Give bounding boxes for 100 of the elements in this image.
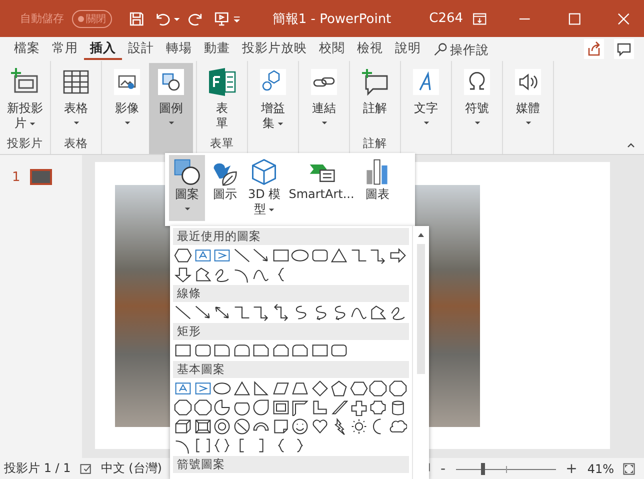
shape-icon[interactable] xyxy=(310,380,328,397)
save-icon[interactable] xyxy=(128,10,146,28)
shape-icon[interactable] xyxy=(310,247,328,264)
shape-icon[interactable] xyxy=(174,247,192,264)
shape-icon[interactable] xyxy=(174,342,192,359)
menu-button[interactable]: 圖示 xyxy=(207,155,243,204)
ribbon-tab[interactable]: 常用 xyxy=(46,38,84,60)
ribbon-tab[interactable]: 轉場 xyxy=(160,38,198,60)
shape-icon[interactable] xyxy=(369,380,387,397)
ribbon-button[interactable]: 增益 集 xyxy=(251,63,295,154)
shape-icon[interactable] xyxy=(388,418,406,435)
shape-icon[interactable] xyxy=(388,380,406,397)
shape-icon[interactable] xyxy=(310,342,328,359)
ribbon-button[interactable]: 註解 xyxy=(353,63,397,136)
shape-icon[interactable] xyxy=(194,399,212,416)
shape-icon[interactable] xyxy=(174,399,192,416)
scrollbar-thumb[interactable] xyxy=(417,244,425,374)
shape-icon[interactable] xyxy=(194,266,212,283)
shape-icon[interactable] xyxy=(369,304,387,321)
ribbon-tab[interactable]: 檔案 xyxy=(8,38,46,60)
shape-icon[interactable] xyxy=(350,399,368,416)
shape-icon[interactable] xyxy=(272,380,290,397)
shape-icon[interactable] xyxy=(272,247,290,264)
ribbon-button[interactable]: 文字 xyxy=(404,63,448,154)
shape-icon[interactable] xyxy=(252,380,270,397)
slider-thumb[interactable] xyxy=(480,462,485,474)
shape-icon[interactable] xyxy=(272,304,290,321)
shape-icon[interactable] xyxy=(291,247,309,264)
presentation-icon[interactable] xyxy=(213,10,231,28)
shape-icon[interactable] xyxy=(330,380,348,397)
shape-icon[interactable] xyxy=(213,380,231,397)
slide-thumbnail[interactable] xyxy=(30,169,52,185)
user-name[interactable]: C264 xyxy=(429,11,464,26)
ribbon-tab[interactable]: 設計 xyxy=(122,38,160,60)
shape-icon[interactable] xyxy=(194,342,212,359)
shape-icon[interactable] xyxy=(213,342,231,359)
shape-icon[interactable] xyxy=(213,399,231,416)
shape-icon[interactable] xyxy=(174,418,192,435)
ribbon-button[interactable]: 表 單 xyxy=(200,63,244,136)
zoom-out-button[interactable]: - xyxy=(438,460,448,476)
shape-icon[interactable] xyxy=(272,342,290,359)
ribbon-tab[interactable]: 校閱 xyxy=(313,38,351,60)
menu-button[interactable]: 圖案 xyxy=(169,155,205,221)
shape-icon[interactable] xyxy=(194,304,212,321)
shape-icon[interactable] xyxy=(252,304,270,321)
shape-icon[interactable] xyxy=(291,399,309,416)
ribbon-tab[interactable]: 說明 xyxy=(389,38,427,60)
zoom-slider[interactable] xyxy=(456,462,556,474)
shape-icon[interactable] xyxy=(232,342,250,359)
ribbon-tab[interactable]: 檢視 xyxy=(351,38,389,60)
shape-icon[interactable] xyxy=(291,418,309,435)
ribbon-button[interactable]: 圖例 xyxy=(149,63,193,154)
ribbon-button[interactable]: 表格 xyxy=(54,63,98,136)
shape-icon[interactable] xyxy=(213,437,231,454)
shape-icon[interactable] xyxy=(272,418,290,435)
shape-icon[interactable] xyxy=(252,342,270,359)
shape-icon[interactable] xyxy=(350,418,368,435)
ribbon-button[interactable]: 符號 xyxy=(455,63,499,154)
shape-icon[interactable] xyxy=(350,380,368,397)
shape-icon[interactable] xyxy=(310,418,328,435)
ribbon-button[interactable]: 新投影 片 xyxy=(3,63,47,136)
shape-icon[interactable] xyxy=(252,399,270,416)
shape-icon[interactable] xyxy=(330,399,348,416)
shape-icon[interactable] xyxy=(174,266,192,283)
language-label[interactable]: 中文 (台灣) xyxy=(100,460,162,477)
shape-icon[interactable] xyxy=(291,342,309,359)
shape-icon[interactable] xyxy=(232,380,250,397)
ribbon-tab[interactable]: 動畫 xyxy=(198,38,236,60)
shape-icon[interactable] xyxy=(330,342,348,359)
shape-icon[interactable] xyxy=(232,418,250,435)
shape-icon[interactable] xyxy=(232,247,250,264)
zoom-level[interactable]: 41% xyxy=(587,462,614,476)
comment-icon[interactable] xyxy=(614,39,634,59)
ribbon-button[interactable]: 連結 xyxy=(302,63,346,154)
ribbon-button[interactable]: 媒體 xyxy=(506,63,550,154)
menu-button[interactable]: SmartArt... xyxy=(286,155,358,204)
shape-icon[interactable] xyxy=(213,418,231,435)
shape-icon[interactable] xyxy=(369,247,387,264)
shape-icon[interactable] xyxy=(388,247,406,264)
shape-icon[interactable] xyxy=(330,247,348,264)
shape-icon[interactable] xyxy=(232,304,250,321)
shape-icon[interactable] xyxy=(369,399,387,416)
notes-check-icon[interactable] xyxy=(78,462,93,476)
shape-icon[interactable] xyxy=(174,304,192,321)
shape-icon[interactable] xyxy=(272,399,290,416)
shape-icon[interactable] xyxy=(350,247,368,264)
zoom-in-button[interactable]: + xyxy=(564,460,580,476)
fit-slide-icon[interactable] xyxy=(622,462,636,476)
shape-icon[interactable] xyxy=(252,247,270,264)
menu-button[interactable]: 3D 模 型 xyxy=(245,155,284,219)
ribbon-tab[interactable]: 插入 xyxy=(84,38,122,60)
customize-icon[interactable] xyxy=(232,14,240,22)
ribbon-button[interactable]: 影像 xyxy=(105,63,149,154)
search-field[interactable]: 操作說 xyxy=(447,42,517,56)
menu-button[interactable]: 圖表 xyxy=(359,155,396,204)
shape-icon[interactable] xyxy=(213,304,231,321)
shape-icon[interactable] xyxy=(310,399,328,416)
share-icon[interactable] xyxy=(584,39,604,59)
shape-icon[interactable] xyxy=(194,418,212,435)
ribbon-tab[interactable]: 投影片放映 xyxy=(236,38,313,60)
